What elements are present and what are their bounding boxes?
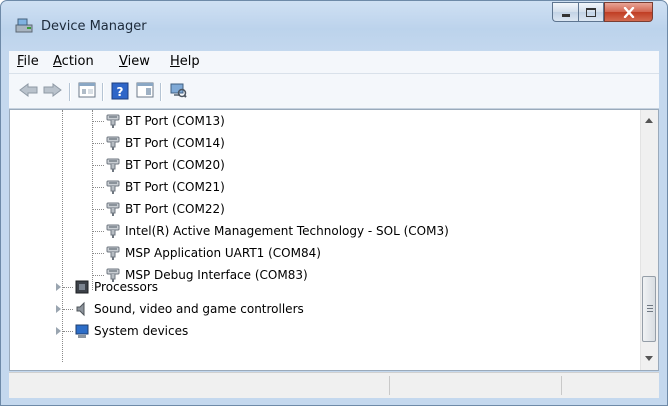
tree-connector bbox=[63, 287, 73, 288]
menu-view[interactable]: View bbox=[119, 54, 150, 69]
grip-line bbox=[647, 311, 653, 312]
scan-hardware-icon[interactable] bbox=[169, 82, 187, 101]
forward-arrow-icon[interactable] bbox=[42, 82, 62, 101]
tree-connector bbox=[92, 165, 104, 166]
menu-action-label: ction bbox=[61, 54, 94, 69]
window-title: Device Manager bbox=[41, 19, 147, 34]
port-connector-icon bbox=[105, 113, 121, 132]
menu-help-accel: H bbox=[170, 54, 180, 69]
tree-connector bbox=[92, 187, 104, 188]
tree-item-label: BT Port (COM14) bbox=[125, 136, 225, 150]
title-bar[interactable]: Device Manager bbox=[1, 1, 667, 41]
close-button[interactable] bbox=[604, 2, 653, 22]
port-connector-icon bbox=[105, 135, 121, 154]
tree-connector bbox=[92, 143, 104, 144]
port-connector-icon bbox=[105, 179, 121, 198]
computer-icon bbox=[74, 323, 90, 342]
maximize-icon bbox=[586, 7, 596, 17]
port-connector-icon bbox=[105, 157, 121, 176]
menu-view-label: iew bbox=[127, 54, 150, 69]
menu-file[interactable]: File bbox=[17, 54, 39, 69]
close-icon bbox=[623, 6, 634, 18]
menu-action[interactable]: Action bbox=[53, 54, 94, 69]
scrollbar-thumb[interactable] bbox=[642, 276, 656, 342]
scroll-up-icon[interactable] bbox=[645, 118, 653, 123]
device-manager-app-icon bbox=[15, 17, 33, 33]
scroll-down-icon[interactable] bbox=[645, 356, 653, 361]
port-connector-icon bbox=[105, 223, 121, 242]
tree-connector bbox=[92, 275, 104, 276]
tree-connector bbox=[63, 331, 73, 332]
tree-item-label: BT Port (COM13) bbox=[125, 114, 225, 128]
tree-connector bbox=[63, 309, 73, 310]
back-arrow-icon[interactable] bbox=[19, 82, 39, 101]
speaker-icon bbox=[74, 301, 90, 320]
tree-item-label: Intel(R) Active Management Technology - … bbox=[125, 224, 449, 238]
menu-view-accel: V bbox=[119, 54, 128, 69]
tree-connector bbox=[92, 121, 104, 122]
status-bar bbox=[9, 372, 659, 398]
toolbar-separator bbox=[69, 83, 71, 101]
caption-buttons bbox=[552, 2, 653, 22]
grip-line bbox=[647, 308, 653, 309]
tree-connector bbox=[92, 231, 104, 232]
toolbar: ? bbox=[9, 74, 659, 109]
menu-file-label: ile bbox=[23, 54, 39, 69]
menu-bar: File Action View Help bbox=[9, 51, 659, 74]
minimize-button[interactable] bbox=[552, 2, 578, 22]
port-connector-icon bbox=[105, 245, 121, 264]
tree-item-label: BT Port (COM22) bbox=[125, 202, 225, 216]
svg-text:?: ? bbox=[117, 85, 124, 99]
port-connector-icon bbox=[105, 201, 121, 220]
tree-connector bbox=[62, 110, 63, 362]
status-pane-divider bbox=[389, 376, 390, 395]
tree-item-label: MSP Application UART1 (COM84) bbox=[125, 246, 321, 260]
toolbar-separator bbox=[160, 83, 162, 101]
show-console-tree-icon[interactable] bbox=[136, 82, 154, 101]
tree-connector bbox=[92, 110, 93, 290]
device-tree[interactable]: BT Port (COM13) BT Port (COM14) BT Port (C… bbox=[9, 109, 659, 371]
help-icon[interactable]: ? bbox=[111, 82, 129, 103]
expand-arrow-icon[interactable] bbox=[56, 305, 61, 313]
minimize-icon bbox=[561, 13, 570, 17]
tree-item-label: System devices bbox=[94, 324, 189, 338]
expand-arrow-icon[interactable] bbox=[56, 283, 61, 291]
tree-connector bbox=[92, 209, 104, 210]
maximize-button[interactable] bbox=[578, 2, 604, 22]
device-manager-window: Device Manager File Action View Help ? B… bbox=[0, 0, 668, 406]
status-pane-divider bbox=[561, 376, 562, 395]
processor-icon bbox=[74, 279, 90, 298]
toolbar-separator bbox=[102, 83, 104, 101]
vertical-scrollbar[interactable] bbox=[640, 110, 658, 370]
properties-icon[interactable] bbox=[78, 82, 96, 101]
expand-arrow-icon[interactable] bbox=[56, 327, 61, 335]
tree-item-label: BT Port (COM20) bbox=[125, 158, 225, 172]
grip-line bbox=[647, 305, 653, 306]
menu-help[interactable]: Help bbox=[170, 54, 200, 69]
tree-item-label: BT Port (COM21) bbox=[125, 180, 225, 194]
tree-item-label: Sound, video and game controllers bbox=[94, 302, 304, 316]
tree-connector bbox=[92, 253, 104, 254]
tree-item-label: Processors bbox=[94, 280, 159, 294]
menu-action-accel: A bbox=[53, 54, 62, 69]
menu-help-label: elp bbox=[179, 54, 200, 69]
